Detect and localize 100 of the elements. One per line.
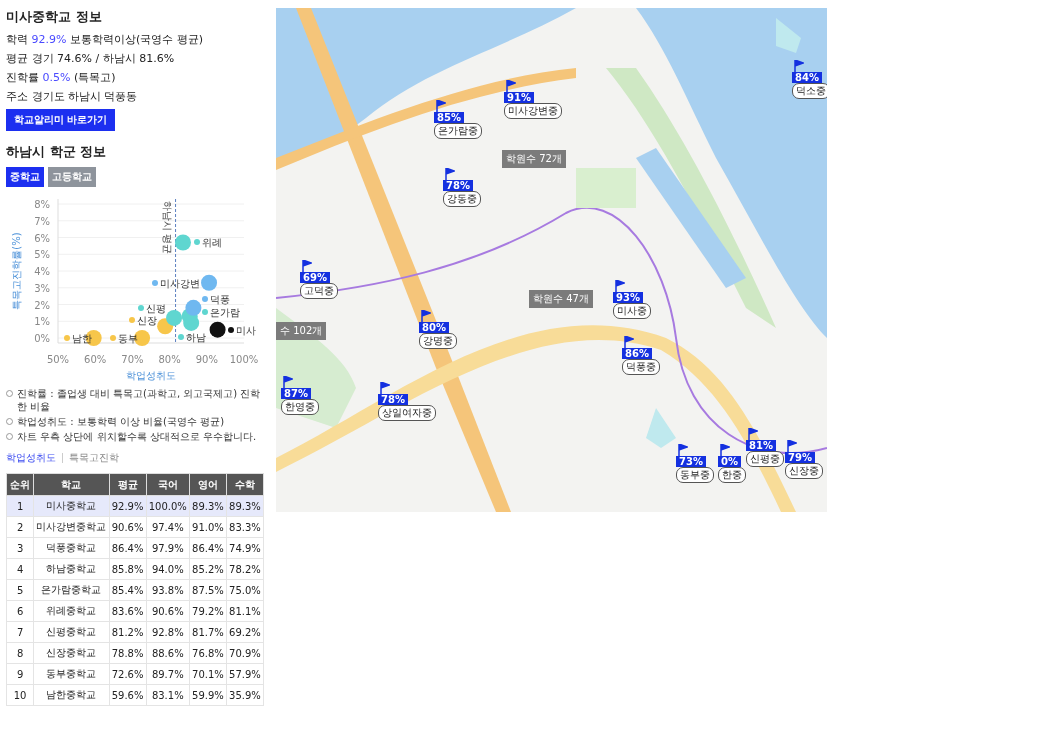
table-cell: 76.8% (189, 642, 227, 664)
table-cell: 81.1% (226, 600, 264, 622)
flag-icon[interactable] (445, 168, 455, 180)
view-tab[interactable]: 특목고진학 (69, 451, 119, 465)
school-name-label[interactable]: 상일여자중 (378, 405, 436, 421)
info-line: 학력 92.9% 보통학력이상(국영수 평균) (6, 32, 205, 48)
school-name-label[interactable]: 미사강변중 (504, 103, 562, 119)
table-cell: 78.8% (109, 642, 147, 664)
table-row[interactable]: 1 미사중학교 92.9% 100.0% 89.3% 89.3% (6, 495, 264, 517)
column-header: 학교 (33, 473, 110, 496)
table-cell: 74.9% (226, 537, 264, 559)
table-cell: 남한중학교 (33, 684, 110, 706)
flag-icon[interactable] (506, 80, 516, 92)
flag-icon[interactable] (624, 336, 634, 348)
flag-icon[interactable] (794, 60, 804, 72)
section-title: 미사중학교 정보 (6, 8, 103, 26)
data-point[interactable] (209, 321, 226, 338)
table-cell: 동부중학교 (33, 663, 110, 685)
table-cell: 4 (6, 558, 34, 580)
y-tick-label: 3% (34, 282, 50, 294)
academy-count-label[interactable]: 학원수 72개 (502, 150, 566, 168)
table-row[interactable]: 4 하남중학교 85.8% 94.0% 85.2% 78.2% (6, 558, 264, 580)
bullet-icon (6, 390, 13, 397)
info-line: 주소 경기도 하남시 덕풍동 (6, 89, 139, 105)
table-cell: 97.9% (146, 537, 190, 559)
y-tick-label: 1% (34, 316, 50, 328)
school-name-label[interactable]: 은가람중 (434, 123, 482, 139)
school-name-label[interactable]: 강명중 (419, 333, 457, 349)
y-axis-label: 특목고진학률(%) (11, 232, 22, 310)
info-line: 평균 경기 74.6% / 하남시 81.6% (6, 51, 176, 67)
school-name-label[interactable]: 덕풍중 (622, 359, 660, 375)
point-label: 신평 (146, 303, 166, 314)
school-name-label[interactable]: 한중 (718, 467, 746, 483)
table-cell: 85.2% (189, 558, 227, 580)
table-cell: 83.6% (109, 600, 147, 622)
table-cell: 위례중학교 (33, 600, 110, 622)
flag-icon[interactable] (283, 376, 293, 388)
table-cell: 6 (6, 600, 34, 622)
legend-swatch (152, 280, 158, 286)
table-cell: 하남중학교 (33, 558, 110, 580)
academy-count-label[interactable]: 학원수 47개 (529, 290, 593, 308)
section-title: 하남시 학군 정보 (6, 143, 108, 161)
table-cell: 70.1% (189, 663, 227, 685)
flag-icon[interactable] (787, 440, 797, 452)
y-tick-label: 7% (34, 215, 50, 227)
y-tick-label: 4% (34, 266, 50, 277)
school-name-label[interactable]: 미사중 (613, 303, 651, 319)
table-row[interactable]: 2 미사강변중학교 90.6% 97.4% 91.0% 83.3% (6, 516, 264, 538)
note-text: 학업성취도 : 보통학력 이상 비율(국영수 평균) (17, 415, 225, 428)
table-cell: 86.4% (189, 537, 227, 559)
table-cell: 97.4% (146, 516, 190, 538)
table-row[interactable]: 6 위례중학교 83.6% 90.6% 79.2% 81.1% (6, 600, 264, 622)
table-row[interactable]: 5 은가람중학교 85.4% 93.8% 87.5% 75.0% (6, 579, 264, 601)
flag-icon[interactable] (436, 100, 446, 112)
table-row[interactable]: 7 신평중학교 81.2% 92.8% 81.7% 69.2% (6, 621, 264, 643)
x-tick-label: 100% (229, 354, 259, 365)
column-header: 순위 (6, 473, 34, 496)
flag-icon[interactable] (678, 444, 688, 456)
legend-swatch (110, 335, 116, 341)
legend-swatch (64, 335, 70, 341)
table-cell: 3 (6, 537, 34, 559)
school-name-label[interactable]: 신평중 (746, 451, 784, 467)
legend-swatch (138, 305, 144, 311)
table-cell: 81.2% (109, 621, 147, 643)
table-row[interactable]: 3 덕풍중학교 86.4% 97.9% 86.4% 74.9% (6, 537, 264, 559)
table-cell: 1 (6, 495, 34, 517)
table-row[interactable]: 9 동부중학교 72.6% 89.7% 70.1% 57.9% (6, 663, 264, 685)
y-tick-label: 0% (34, 333, 50, 344)
x-tick-label: 80% (158, 354, 181, 365)
legend-swatch (178, 334, 184, 340)
flag-icon[interactable] (302, 260, 312, 272)
school-name-label[interactable]: 고덕중 (300, 283, 338, 299)
flag-icon[interactable] (421, 310, 431, 322)
table-cell: 86.4% (109, 537, 147, 559)
table-cell: 81.7% (189, 621, 227, 643)
table-cell: 5 (6, 579, 34, 601)
table-row[interactable]: 8 신장중학교 78.8% 88.6% 76.8% 70.9% (6, 642, 264, 664)
level-tab[interactable]: 중학교 (6, 167, 44, 187)
school-name-label[interactable]: 덕소중 (792, 83, 827, 99)
point-label: 위례 (202, 237, 222, 248)
flag-icon[interactable] (748, 428, 758, 440)
flag-icon[interactable] (615, 280, 625, 292)
table-cell: 35.9% (226, 684, 264, 706)
column-header: 평균 (109, 473, 147, 496)
table-cell: 8 (6, 642, 34, 664)
flag-icon[interactable] (720, 444, 730, 456)
school-info-button[interactable]: 학교알리미 바로가기 (6, 109, 116, 131)
y-tick-label: 5% (34, 249, 50, 261)
school-name-label[interactable]: 강동중 (443, 191, 481, 207)
school-name-label[interactable]: 동부중 (676, 467, 714, 483)
table-row[interactable]: 10 남한중학교 59.6% 83.1% 59.9% 35.9% (6, 684, 264, 706)
table-cell: 89.7% (146, 663, 190, 685)
flag-icon[interactable] (380, 382, 390, 394)
view-tab[interactable]: 학업성취도 (6, 451, 56, 465)
school-name-label[interactable]: 한영중 (281, 399, 319, 415)
legend-swatch (228, 327, 234, 333)
academy-count-label[interactable]: 수 102개 (276, 322, 327, 340)
school-name-label[interactable]: 신장중 (785, 463, 823, 479)
point-label: 미사 (236, 325, 256, 336)
table-cell: 79.2% (189, 600, 227, 622)
